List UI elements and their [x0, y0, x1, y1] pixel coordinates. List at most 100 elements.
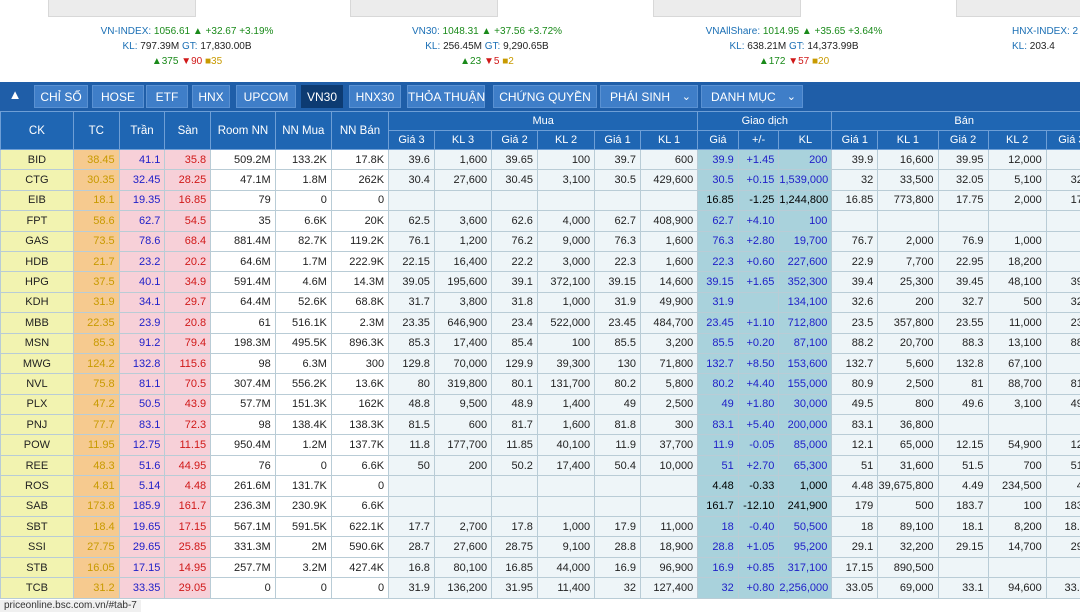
symbol[interactable]: POW: [0, 434, 74, 456]
tab-3[interactable]: HNX: [192, 85, 230, 108]
bid-vol-3: [433, 475, 493, 497]
vn30-mini-chart[interactable]: [350, 0, 498, 17]
symbol[interactable]: MBB: [0, 312, 74, 334]
symbol[interactable]: REE: [0, 454, 74, 477]
tab-4[interactable]: UPCOM: [236, 85, 296, 108]
symbol[interactable]: EIB: [0, 189, 74, 212]
symbol[interactable]: HDB: [0, 250, 74, 273]
symbol[interactable]: FPT: [0, 210, 74, 232]
table-row[interactable]: EIB 18.1 19.35 16.85 79 0 0 16.85 -1.25 1,244,800…: [0, 189, 1080, 212]
ask-price-3: 77: [1045, 230, 1080, 252]
table-row[interactable]: KDH 31.9 34.1 29.7 64.4M 52.6K 68.8K 31.7 3,800 3…: [0, 291, 1080, 314]
table-row[interactable]: ROS 4.81 5.14 4.48 261.6M 131.7K 0 4.48 -0.33 1,0…: [0, 475, 1080, 497]
tab-9[interactable]: PHÁI SINH ⌄: [600, 85, 698, 108]
table-row[interactable]: CTG 30.35 32.45 28.25 47.1M 1.8M 262K 30.4 27,60…: [0, 169, 1080, 191]
ref-price: 58.6: [72, 210, 120, 232]
table-row[interactable]: MBB 22.35 23.9 20.8 61 516.1K 2.3M 23.35 646,900…: [0, 312, 1080, 334]
subheader-11[interactable]: Giá 2: [937, 130, 989, 150]
subheader-13[interactable]: Giá 3: [1045, 130, 1080, 150]
symbol[interactable]: TCB: [0, 577, 74, 599]
header-nn-ban[interactable]: NN Bán: [330, 111, 390, 150]
index-block[interactable]: HNX-INDEX: 2 KL: 203.4: [1012, 24, 1080, 54]
tab-10[interactable]: DANH MỤC ⌄: [701, 85, 803, 108]
header-tc[interactable]: TC: [72, 111, 120, 150]
table-row[interactable]: PLX 47.2 50.5 43.9 57.7M 151.3K 162K 48.8 9,500 4…: [0, 393, 1080, 416]
subheader-1[interactable]: KL 3: [433, 130, 493, 150]
table-row[interactable]: SSI 27.75 29.65 25.85 331.3M 2M 590.6K 28.7 27,6…: [0, 536, 1080, 558]
subheader-5[interactable]: KL 1: [639, 130, 699, 150]
subheader-3[interactable]: KL 2: [536, 130, 596, 150]
symbol[interactable]: MWG: [0, 352, 74, 375]
header-tran[interactable]: Trần: [118, 111, 166, 150]
symbol[interactable]: STB: [0, 556, 74, 579]
table-row[interactable]: SBT 18.4 19.65 17.15 567.1M 591.5K 622.1K 17.7 2…: [0, 516, 1080, 538]
tab-0[interactable]: CHỈ SỐ: [34, 85, 88, 108]
symbol[interactable]: SBT: [0, 516, 74, 538]
table-row[interactable]: POW 11.95 12.75 11.15 950.4M 1.2M 137.7K 11.8 17…: [0, 434, 1080, 456]
floor-price: 43.9: [164, 393, 212, 416]
table-row[interactable]: FPT 58.6 62.7 54.5 35 6.6K 20K 62.5 3,600 62.6 4,0…: [0, 210, 1080, 232]
index-block[interactable]: VNAllShare: 1014.95 ▲ +35.65 +3.64% KL: 6…: [694, 24, 894, 69]
bid-vol-1: 484,700: [639, 312, 699, 334]
ceiling-price: 50.5: [118, 393, 166, 416]
symbol[interactable]: MSN: [0, 332, 74, 354]
index-block[interactable]: VN30: 1048.31 ▲ +37.56 +3.72% KL: 256.45M…: [387, 24, 587, 69]
subheader-0[interactable]: Giá 3: [388, 130, 435, 150]
nn-sell: 13.6K: [330, 373, 390, 395]
header-ck[interactable]: CK: [0, 111, 74, 150]
symbol[interactable]: NVL: [0, 373, 74, 395]
symbol[interactable]: ROS: [0, 475, 74, 497]
table-row[interactable]: PNJ 77.7 83.1 72.3 98 138.4K 138.3K 81.5 600 81.7…: [0, 414, 1080, 436]
subheader-9[interactable]: Giá 1: [831, 130, 879, 150]
header-nn-mua[interactable]: NN Mua: [274, 111, 332, 150]
floor-price: 17.15: [164, 516, 212, 538]
table-row[interactable]: REE 48.3 51.6 44.95 76 0 6.6K 50 200 50.2 17,400 50…: [0, 454, 1080, 477]
nn-buy: 2M: [274, 536, 332, 558]
symbol[interactable]: CTG: [0, 169, 74, 191]
subheader-8[interactable]: KL: [778, 130, 833, 150]
nn-sell: 162K: [330, 393, 390, 416]
index-block[interactable]: VN-INDEX: 1056.61 ▲ +32.67 +3.19% KL: 797…: [87, 24, 287, 69]
symbol[interactable]: SAB: [0, 495, 74, 518]
match-price: 83.1: [697, 414, 739, 436]
symbol[interactable]: PNJ: [0, 414, 74, 436]
bid-vol-2: 100: [536, 332, 596, 354]
symbol[interactable]: KDH: [0, 291, 74, 314]
tab-5[interactable]: VN30: [301, 85, 343, 108]
vnindex-mini-chart[interactable]: [48, 0, 196, 17]
table-row[interactable]: MWG 124.2 132.8 115.6 98 6.3M 300 129.8 70,000 12…: [0, 352, 1080, 375]
symbol[interactable]: PLX: [0, 393, 74, 416]
subheader-6[interactable]: Giá: [697, 130, 739, 150]
symbol[interactable]: GAS: [0, 230, 74, 252]
tab-1[interactable]: HOSE: [92, 85, 144, 108]
table-row[interactable]: GAS 73.5 78.6 68.4 881.4M 82.7K 119.2K 76.1 1,20…: [0, 230, 1080, 252]
subheader-2[interactable]: Giá 2: [491, 130, 538, 150]
subheader-10[interactable]: KL 1: [877, 130, 939, 150]
table-row[interactable]: SAB 173.8 185.9 161.7 236.3M 230.9K 6.6K 161.7-…: [0, 495, 1080, 518]
vnallshare-mini-chart[interactable]: [653, 0, 801, 17]
symbol[interactable]: SSI: [0, 536, 74, 558]
symbol[interactable]: HPG: [0, 271, 74, 293]
collapse-icon[interactable]: ▲: [3, 85, 27, 107]
table-row[interactable]: BID 38.45 41.1 35.8 509.2M 133.2K 17.8K 39.6 1,6…: [0, 148, 1080, 171]
tab-2[interactable]: ETF: [146, 85, 188, 108]
table-row[interactable]: TCB 31.2 33.35 29.05 0 0 0 31.9 136,200 31.95 11,4…: [0, 577, 1080, 599]
table-row[interactable]: HPG 37.5 40.1 34.9 591.4M 4.6M 14.3M 39.05 195,6…: [0, 271, 1080, 293]
header-san[interactable]: Sàn: [164, 111, 212, 150]
tab-7[interactable]: THỎA THUẬN: [407, 85, 485, 108]
tab-6[interactable]: HNX30: [349, 85, 401, 108]
header-room-nn[interactable]: Room NN: [210, 111, 276, 150]
hnxindex-mini-chart[interactable]: [956, 0, 1080, 17]
symbol[interactable]: BID: [0, 148, 74, 171]
table-row[interactable]: STB 16.05 17.15 14.95 257.7M 3.2M 427.4K 16.8 80…: [0, 556, 1080, 579]
ask-price-3: 29.2: [1045, 536, 1080, 558]
subheader-4[interactable]: Giá 1: [594, 130, 641, 150]
subheader-12[interactable]: KL 2: [987, 130, 1047, 150]
table-row[interactable]: HDB 21.7 23.2 20.2 64.6M 1.7M 222.9K 22.15 16,40…: [0, 250, 1080, 273]
table-row[interactable]: NVL 75.8 81.1 70.5 307.4M 556.2K 13.6K 80 319,80…: [0, 373, 1080, 395]
table-row[interactable]: MSN 85.3 91.2 79.4 198.3M 495.5K 896.3K 85.3 17,…: [0, 332, 1080, 354]
match-price: 28.8: [697, 536, 739, 558]
subheader-7[interactable]: +/-: [737, 130, 780, 150]
nn-buy: 3.2M: [274, 556, 332, 579]
tab-8[interactable]: CHỨNG QUYỀN: [493, 85, 597, 108]
